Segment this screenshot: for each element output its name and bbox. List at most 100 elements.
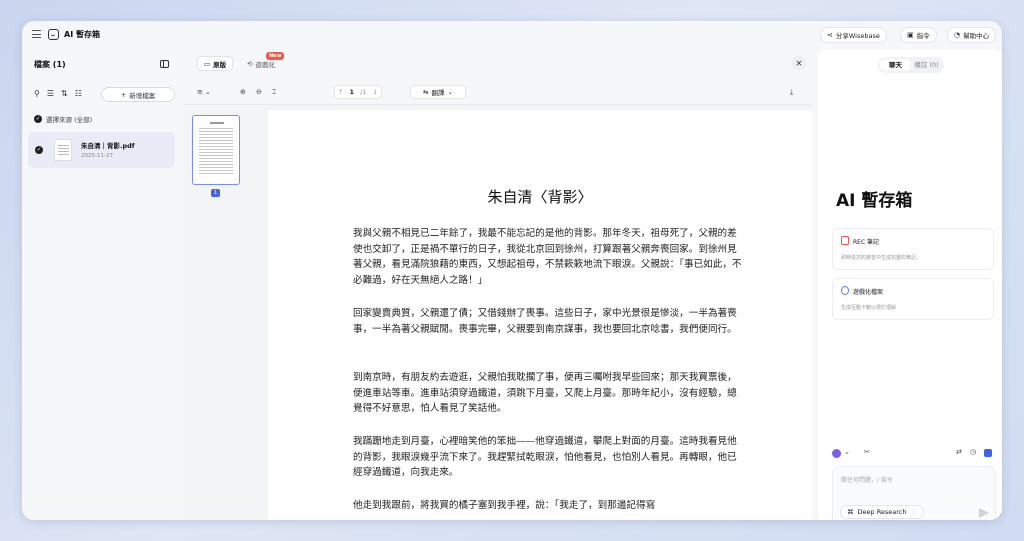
page-thumbnail[interactable]: [192, 115, 240, 185]
chat-heading: AI 暫存箱: [836, 191, 913, 211]
help-label: 幫助中心: [963, 32, 990, 40]
deep-research-label: Deep Research: [857, 508, 907, 516]
window-icon: ▭: [204, 59, 211, 68]
pdf-thumbnail-icon: [54, 139, 72, 161]
history-icon[interactable]: ◷: [970, 448, 976, 456]
command-button[interactable]: ▣ 指令: [900, 27, 937, 43]
translate-button[interactable]: ⇆ 翻譯 ⌄: [410, 85, 466, 99]
list-view-icon[interactable]: ☷: [75, 89, 82, 98]
scissors-icon[interactable]: ✂: [864, 448, 870, 456]
document-paragraph: 到南京時，有朋友約去遊逛，父親怕我耽擱了事，便再三囑咐我早些回來；那天我買票後，…: [353, 372, 737, 414]
chevron-down-icon: ⌄: [447, 88, 453, 96]
help-center-button[interactable]: ◔ 幫助中心: [947, 27, 997, 43]
viewer-toolbar: ≡ ⌄ ⊕ ⊖ ⌶ ↑ 1 /1 ↓ ⇆ 翻譯 ⌄ ⤓: [184, 79, 812, 105]
file-item[interactable]: ✓ 朱自清｜背影.pdf 2025-11-27: [28, 132, 175, 168]
chat-composer: 關住何問題，/ 指令 ⌘ Deep Research ⋮: [832, 466, 996, 520]
document-paragraph: 我與父親不相見已二年餘了，我最不能忘記的是他的背影。那年冬天，祖母死了，父親的差…: [353, 228, 742, 286]
share-label: 分享Wisebase: [835, 32, 880, 40]
zoom-in-button[interactable]: ⊕: [240, 88, 246, 96]
chat-bubble-icon[interactable]: [984, 449, 992, 457]
page-down-icon[interactable]: ↓: [372, 88, 377, 96]
chat-input[interactable]: 關住何問題，/ 指令: [841, 475, 893, 484]
new-file-button[interactable]: + 新增檔案: [101, 87, 175, 102]
rec-icon: [841, 236, 849, 245]
chat-tabs: 聊天 備註 (0): [878, 57, 944, 73]
download-icon: ⤓: [790, 88, 794, 96]
document-title: 朱自清〈背影〉: [487, 188, 593, 206]
new-badge: New: [266, 52, 285, 60]
page-navigator[interactable]: ↑ 1 /1 ↓: [334, 85, 382, 99]
search-icon[interactable]: ⚲: [34, 89, 40, 98]
tab-chat[interactable]: 聊天: [880, 59, 911, 71]
menu-icon: ≡: [197, 88, 203, 96]
gamify-icon: ⟲: [247, 59, 253, 68]
app-title: AI 暫存箱: [64, 30, 100, 39]
filter-icon[interactable]: ☰: [47, 89, 54, 98]
top-bar: AI 暫存箱 ⋖ 分享Wisebase ▣ 指令 ◔ 幫助中心: [22, 21, 1002, 49]
card-description: 即時從您的錄音中生成完整的筆記。: [841, 255, 922, 261]
thumbnail-page-number: 1: [211, 189, 220, 197]
card-title: REC 筆記: [853, 239, 880, 246]
viewer-tabbar: ▭ 原版 ⟲ 遊戲化 New ✕: [184, 49, 812, 79]
zoom-in-icon: ⊕: [240, 88, 246, 96]
deep-research-button[interactable]: ⌘ Deep Research ⋮: [840, 505, 925, 519]
tab-original[interactable]: ▭ 原版: [197, 56, 234, 71]
tab-original-label: 原版: [213, 60, 227, 69]
gamify-icon: [841, 286, 849, 295]
command-label: 指令: [916, 32, 930, 40]
tab-notes[interactable]: 備註 (0): [911, 59, 942, 71]
check-icon[interactable]: ✓: [35, 146, 43, 154]
model-selector-icon[interactable]: [832, 449, 841, 458]
share-icon: ⋖: [827, 31, 833, 39]
app-window: AI 暫存箱 ⋖ 分享Wisebase ▣ 指令 ◔ 幫助中心 檔案 (1) ⚲…: [22, 21, 1002, 520]
chevron-down-icon: ⌄: [204, 88, 211, 96]
document-viewer: ▭ 原版 ⟲ 遊戲化 New ✕ ≡⌄ ⊕ ⊖ ⌶ ↑ 1 /1 ↓ ⇆ 翻譯: [184, 49, 812, 520]
source-label: 選擇來源 (全部): [46, 116, 93, 124]
document-paragraph: 我蹣跚地走到月臺，心裡暗笑他的笨拙——他穿過鐵道，攀爬上對面的月臺。這時我看見他…: [353, 436, 737, 478]
translate-icon: ⇆: [423, 88, 429, 96]
share-wisebase-button[interactable]: ⋖ 分享Wisebase: [820, 27, 887, 43]
chat-panel: 聊天 備註 (0) AI 暫存箱 REC 筆記 即時從您的錄音中生成完整的筆記。…: [818, 49, 1002, 520]
file-name: 朱自清｜背影.pdf: [81, 142, 135, 150]
text-cursor-icon: ⌶: [272, 88, 277, 96]
page-current[interactable]: 1: [350, 88, 355, 96]
gamified-file-card[interactable]: 遊戲化檔案 生成互動卡範以便於理解: [832, 278, 994, 320]
view-menu-button[interactable]: ≡ ⌄: [197, 88, 211, 96]
help-icon: ◔: [954, 31, 961, 39]
hamburger-menu-icon[interactable]: [32, 30, 41, 38]
document-paragraph: 回家變賣典質，父親還了債；又借錢辦了喪事。這些日子，家中光景很是慘淡，一半為著喪…: [353, 308, 737, 335]
document-paragraph: 他走到我跟前，將我買的橘子塞到我手裡，說：「我走了，到那邊記得寫: [353, 500, 656, 511]
card-description: 生成互動卡範以便於理解: [841, 305, 897, 311]
zoom-out-button[interactable]: ⊖: [256, 88, 262, 96]
chevron-down-icon[interactable]: ⌄: [844, 448, 850, 456]
translate-label: 翻譯: [431, 89, 445, 97]
fit-text-button[interactable]: ⌶: [272, 88, 276, 97]
file-date: 2025-11-27: [81, 153, 113, 159]
composer-toolbar: ⌄ ✂ ⇄ ◷: [832, 448, 996, 461]
select-source-row[interactable]: ✓ 選擇來源 (全部): [34, 114, 92, 124]
files-toolbar: ⚲ ☰ ⇅ ☷: [34, 89, 82, 98]
zoom-out-icon: ⊖: [256, 88, 262, 96]
page-thumbnails: 1: [184, 105, 248, 520]
sort-icon[interactable]: ⇅: [61, 89, 68, 98]
document-area: 朱自清〈背影〉 我與父親不相見已二年餘了，我最不能忘記的是他的背影。那年冬天，祖…: [248, 105, 812, 520]
card-title: 遊戲化檔案: [853, 289, 884, 296]
app-logo-icon: [48, 29, 59, 40]
close-viewer-button[interactable]: ✕: [792, 56, 806, 70]
check-icon: ✓: [34, 115, 42, 123]
command-icon: ▣: [907, 31, 914, 39]
settings-sliders-icon[interactable]: ⇄: [956, 448, 962, 456]
files-title: 檔案 (1): [34, 60, 66, 69]
deep-research-icon: ⌘: [847, 508, 854, 516]
page-up-icon[interactable]: ↑: [338, 88, 343, 96]
collapse-sidebar-icon[interactable]: [160, 60, 169, 68]
page-total: /1: [360, 88, 367, 96]
download-button[interactable]: ⤓: [790, 88, 793, 97]
send-icon[interactable]: [979, 508, 989, 518]
tab-gamified-label: 遊戲化: [255, 60, 275, 69]
rec-notes-card[interactable]: REC 筆記 即時從您的錄音中生成完整的筆記。: [832, 228, 994, 270]
files-sidebar: 檔案 (1) ⚲ ☰ ⇅ ☷ + 新增檔案 ✓ 選擇來源 (全部) ✓ 朱自清｜…: [22, 49, 182, 520]
new-file-label: 新增檔案: [129, 91, 156, 100]
more-icon: ⋮: [910, 508, 918, 516]
document-page: 朱自清〈背影〉 我與父親不相見已二年餘了，我最不能忘記的是他的背影。那年冬天，祖…: [268, 110, 812, 520]
